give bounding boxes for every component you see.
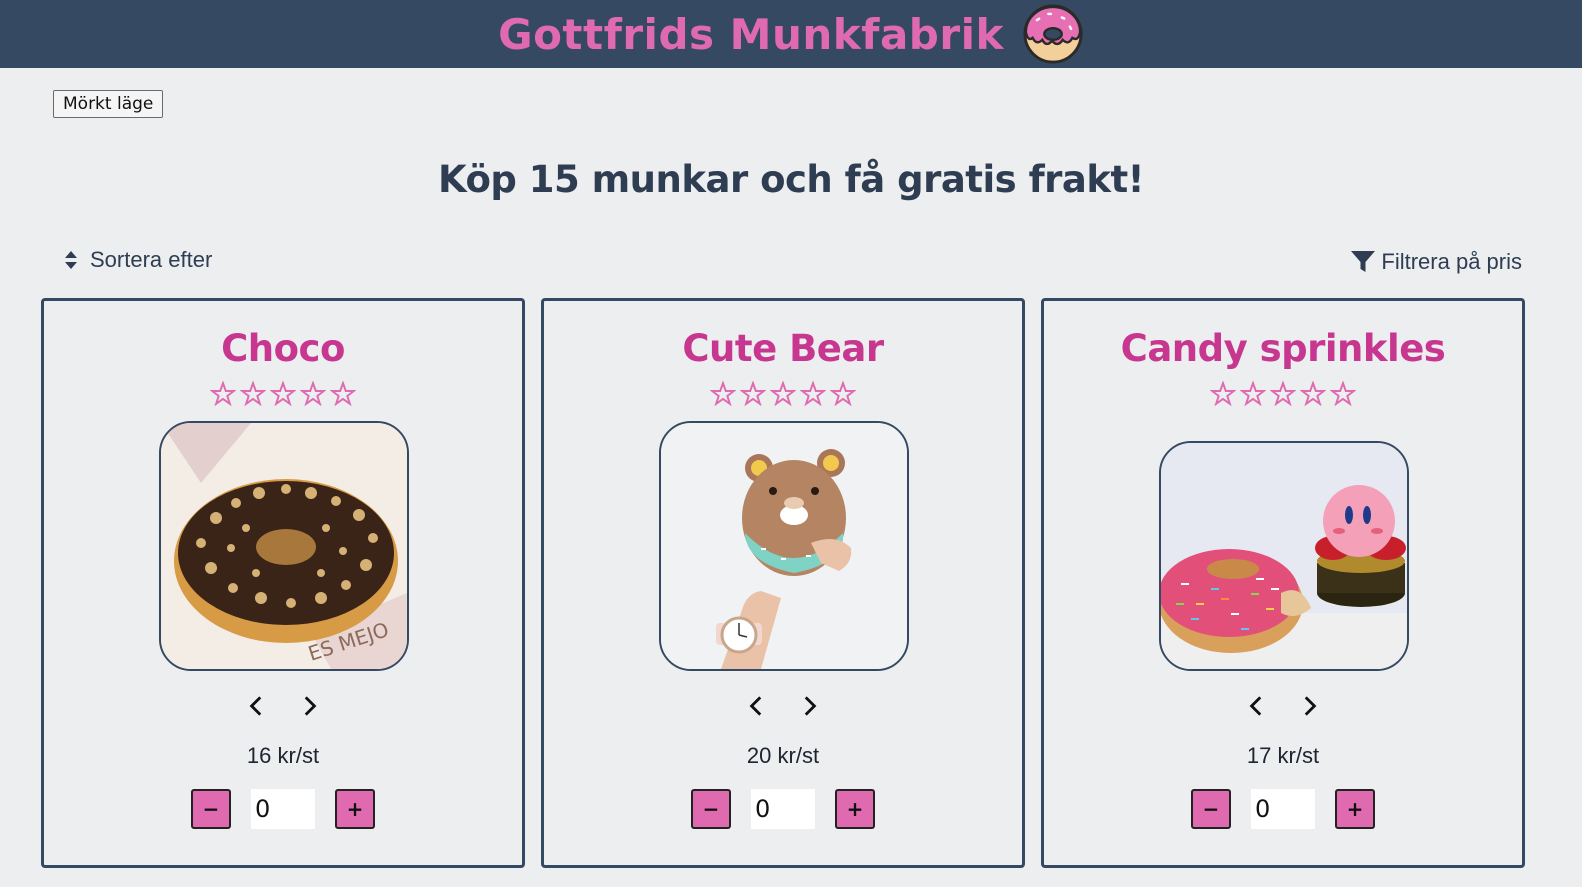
quantity-input[interactable] (1251, 789, 1315, 829)
star-icon[interactable] (1300, 381, 1326, 407)
product-card: Choco ES MEJO 16 kr/st − 0 + (41, 298, 525, 868)
sort-icon (65, 251, 77, 269)
brand-title: Gottfrids Munkfabrik (498, 9, 1004, 59)
chevron-left-icon[interactable] (1244, 693, 1270, 719)
dark-mode-button[interactable]: Mörkt läge (53, 90, 164, 118)
decrease-button[interactable]: − (691, 789, 731, 829)
chevron-right-icon[interactable] (796, 693, 822, 719)
quantity-stepper: − + (544, 789, 1022, 829)
product-price: 17 kr/st (1246, 743, 1320, 768)
product-image: ES MEJO (159, 421, 409, 671)
product-image (659, 421, 909, 671)
star-icon[interactable] (210, 381, 236, 407)
product-card: Candy sprinkles 17 kr/st − 0 + (1041, 298, 1525, 868)
star-icon[interactable] (300, 381, 326, 407)
image-nav (44, 693, 522, 719)
star-icon[interactable] (330, 381, 356, 407)
quantity-input[interactable] (751, 789, 815, 829)
quantity-input[interactable] (251, 789, 315, 829)
sort-label: Sortera efter (90, 247, 213, 272)
star-icon[interactable] (270, 381, 296, 407)
quantity-stepper: − + (1044, 789, 1522, 829)
image-nav (544, 693, 1022, 719)
decrease-button[interactable]: − (191, 789, 231, 829)
product-price: 20 kr/st (746, 743, 820, 768)
candy-donut-photo (1161, 443, 1407, 669)
donut-logo-icon (1023, 4, 1083, 64)
increase-button[interactable]: + (1335, 789, 1375, 829)
rating-stars (1044, 381, 1522, 407)
image-nav (1044, 693, 1522, 719)
product-name: Choco (221, 327, 345, 370)
product-card: Cute Bear 20 kr/st − 0 + (541, 298, 1025, 868)
star-icon[interactable] (1210, 381, 1236, 407)
star-icon[interactable] (1270, 381, 1296, 407)
funnel-icon (1351, 251, 1376, 272)
bear-donut-photo (661, 423, 907, 669)
chocolate-donut-photo: ES MEJO (161, 423, 407, 669)
star-icon[interactable] (770, 381, 796, 407)
rating-stars (44, 381, 522, 407)
chevron-right-icon[interactable] (296, 693, 322, 719)
increase-button[interactable]: + (335, 789, 375, 829)
sort-control[interactable]: Sortera efter (64, 244, 212, 276)
chevron-left-icon[interactable] (744, 693, 770, 719)
star-icon[interactable] (1240, 381, 1266, 407)
chevron-right-icon[interactable] (1296, 693, 1322, 719)
star-icon[interactable] (1330, 381, 1356, 407)
decrease-button[interactable]: − (1191, 789, 1231, 829)
star-icon[interactable] (830, 381, 856, 407)
promo-heading: Köp 15 munkar och få gratis frakt! (437, 158, 1145, 201)
chevron-left-icon[interactable] (244, 693, 270, 719)
site-header: Gottfrids Munkfabrik (0, 0, 1582, 68)
star-icon[interactable] (740, 381, 766, 407)
star-icon[interactable] (800, 381, 826, 407)
rating-stars (544, 381, 1022, 407)
filter-control[interactable]: Filtrera på pris (1351, 246, 1522, 278)
product-name: Candy sprinkles (1120, 327, 1446, 370)
star-icon[interactable] (240, 381, 266, 407)
filter-label: Filtrera på pris (1381, 249, 1522, 274)
quantity-stepper: − + (44, 789, 522, 829)
increase-button[interactable]: + (835, 789, 875, 829)
product-name: Cute Bear (682, 327, 884, 370)
product-image (1159, 441, 1409, 671)
star-icon[interactable] (710, 381, 736, 407)
product-price: 16 kr/st (246, 743, 320, 768)
